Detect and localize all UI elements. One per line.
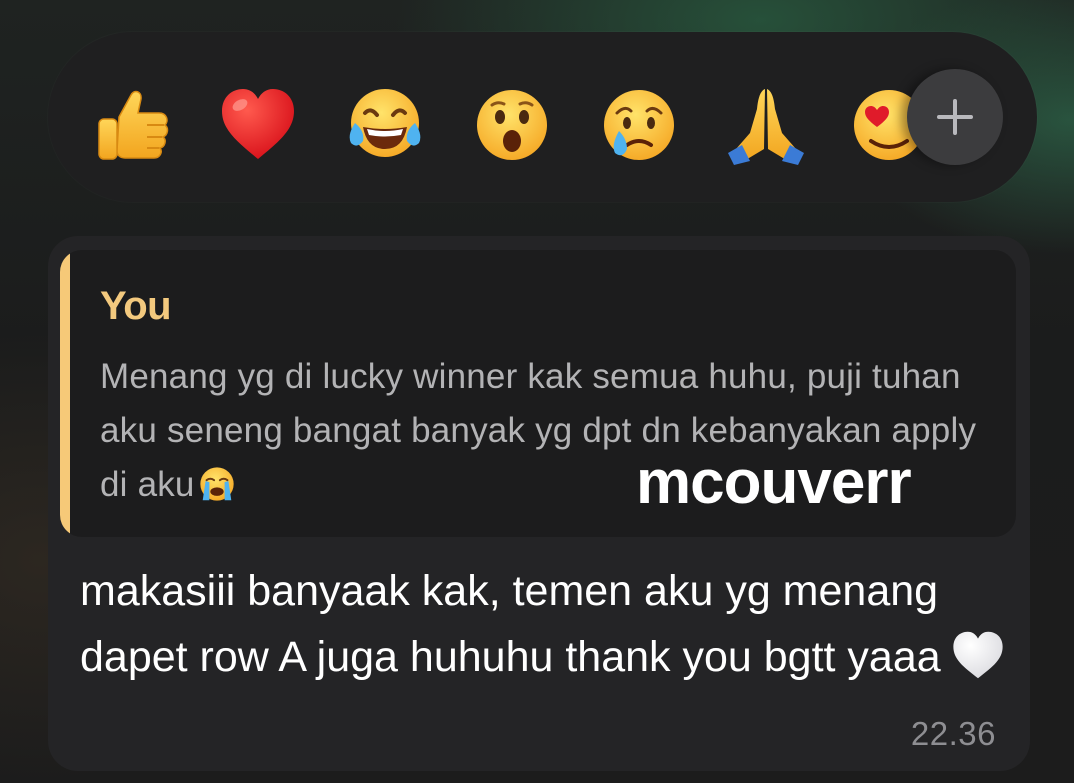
red-heart-icon[interactable] <box>213 80 303 170</box>
face-with-open-mouth-icon[interactable] <box>467 80 557 170</box>
loudly-crying-face-icon <box>197 464 237 520</box>
quote-author: You <box>100 284 172 328</box>
message-text-block: makasiii banyaak kak, temen aku yg menan… <box>80 558 1010 700</box>
thumbs-up-icon[interactable] <box>86 80 176 170</box>
plus-icon <box>937 99 973 135</box>
folded-hands-icon[interactable] <box>721 80 811 170</box>
message-timestamp: 22.36 <box>910 715 996 752</box>
reaction-bar <box>48 32 1037 202</box>
face-with-tears-of-joy-icon[interactable] <box>340 80 430 170</box>
white-heart-icon <box>949 629 1007 700</box>
quote-accent-bar <box>60 250 70 537</box>
message-text: makasiii banyaak kak, temen aku yg menan… <box>80 567 941 681</box>
watermark-text: mcouverr <box>636 448 912 517</box>
more-reactions-button[interactable] <box>907 69 1003 165</box>
crying-face-icon[interactable] <box>594 80 684 170</box>
message-bubble[interactable]: You Menang yg di lucky winner kak semua … <box>48 236 1030 771</box>
